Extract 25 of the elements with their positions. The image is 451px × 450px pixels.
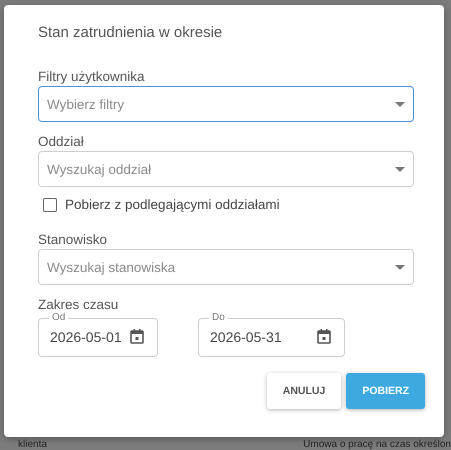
checkbox[interactable] — [43, 198, 57, 212]
field-label: Stanowisko — [38, 232, 108, 248]
date-value: 2026-05-31 — [210, 328, 282, 344]
select-field[interactable]: Wyszukaj stanowiska — [38, 249, 414, 285]
download-button[interactable]: POBIERZ — [346, 373, 425, 409]
dialog-title: Stan zatrudnienia w okresie — [38, 24, 224, 42]
date-field[interactable]: Od 2026-05-01 — [38, 313, 158, 357]
date-field[interactable]: Do 2026-05-31 — [198, 313, 345, 357]
caret-icon — [395, 166, 405, 172]
select-field[interactable]: Wybierz filtry — [38, 86, 414, 122]
field-label: Oddział — [38, 134, 84, 150]
field-label: Do — [211, 313, 226, 323]
checkbox-label: Pobierz z podlegającymi oddziałami — [65, 197, 280, 212]
table-cell: Umowa o pracę na czas określon — [303, 439, 451, 450]
caret-icon — [395, 264, 405, 270]
field-label: Zakres czasu — [38, 297, 118, 312]
cancel-button[interactable]: ANULUJ — [266, 373, 342, 409]
calendar-icon — [317, 329, 331, 344]
select-field[interactable]: Wyszukaj oddział — [38, 151, 414, 187]
calendar-icon — [130, 329, 144, 344]
caret-icon — [395, 102, 405, 106]
table-cell: klienta — [18, 439, 47, 450]
field-label: Od — [51, 313, 66, 323]
date-value: 2026-05-01 — [50, 328, 122, 344]
field-label: Filtry użytkownika — [38, 69, 145, 85]
